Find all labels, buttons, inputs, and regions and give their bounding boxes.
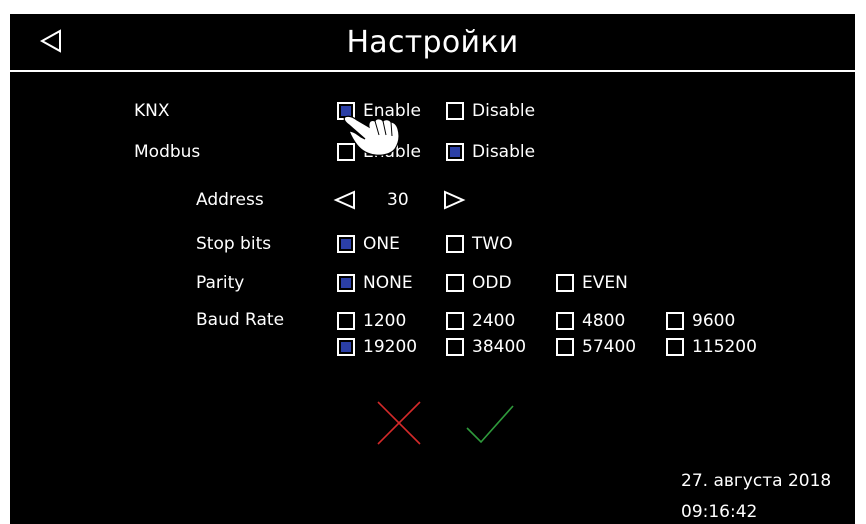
stop-bits-option[interactable]: TWO [446, 233, 513, 255]
time-display: 09:16:42 [681, 502, 758, 522]
baud-rate-label: Baud Rate [196, 310, 285, 330]
baud-rate-option[interactable]: 4800 [556, 310, 625, 332]
baud-rate-option-label: 38400 [472, 337, 527, 357]
parity-option-label: EVEN [582, 273, 628, 293]
baud-rate-option[interactable]: 38400 [446, 336, 526, 358]
modbus-label: Modbus [134, 142, 201, 162]
baud-rate-option[interactable]: 19200 [337, 336, 417, 358]
baud-rate-checkbox[interactable] [446, 312, 464, 330]
header-bar: Настройки [10, 14, 855, 70]
stop-bits-checkbox[interactable] [337, 235, 355, 253]
right-triangle-icon[interactable] [442, 188, 466, 212]
baud-rate-checkbox[interactable] [556, 312, 574, 330]
knx-label: KNX [134, 101, 170, 121]
baud-rate-option-label: 19200 [363, 337, 418, 357]
left-triangle-icon[interactable] [333, 188, 357, 212]
baud-rate-option[interactable]: 115200 [666, 336, 757, 358]
baud-rate-option-label: 2400 [472, 311, 516, 331]
address-value: 30 [387, 190, 409, 210]
baud-rate-option-label: 9600 [692, 311, 736, 331]
baud-rate-option[interactable]: 9600 [666, 310, 735, 332]
parity-option[interactable]: NONE [337, 272, 413, 294]
parity-option[interactable]: EVEN [556, 272, 628, 294]
cross-icon[interactable] [376, 400, 422, 446]
knx-disable-checkbox[interactable] [446, 102, 464, 120]
baud-rate-checkbox[interactable] [666, 338, 684, 356]
stop-bits-option-label: TWO [472, 234, 513, 254]
baud-rate-option[interactable]: 1200 [337, 310, 406, 332]
stop-bits-option[interactable]: ONE [337, 233, 400, 255]
modbus-disable-label: Disable [472, 142, 536, 162]
baud-rate-checkbox[interactable] [337, 312, 355, 330]
checkmark-icon[interactable] [465, 404, 515, 444]
knx-disable-label: Disable [472, 101, 536, 121]
baud-rate-option[interactable]: 57400 [556, 336, 636, 358]
header-divider [10, 70, 855, 72]
parity-label: Parity [196, 273, 245, 293]
baud-rate-option[interactable]: 2400 [446, 310, 515, 332]
hand-pointer-icon [343, 115, 400, 156]
settings-screen: Настройки KNX Enable Disable Modbus Enab… [10, 14, 855, 524]
modbus-disable-checkbox[interactable] [446, 143, 464, 161]
stop-bits-option-label: ONE [363, 234, 400, 254]
baud-rate-option-label: 115200 [692, 337, 757, 357]
stop-bits-label: Stop bits [196, 234, 272, 254]
baud-rate-checkbox[interactable] [337, 338, 355, 356]
baud-rate-checkbox[interactable] [446, 338, 464, 356]
baud-rate-option-label: 4800 [582, 311, 626, 331]
baud-rate-option-label: 1200 [363, 311, 407, 331]
parity-checkbox[interactable] [556, 274, 574, 292]
page-title: Настройки [346, 25, 519, 60]
modbus-disable-option[interactable]: Disable [446, 141, 535, 163]
knx-disable-option[interactable]: Disable [446, 100, 535, 122]
baud-rate-checkbox[interactable] [556, 338, 574, 356]
back-triangle-icon[interactable] [36, 26, 66, 56]
baud-rate-checkbox[interactable] [666, 312, 684, 330]
parity-option[interactable]: ODD [446, 272, 512, 294]
parity-option-label: NONE [363, 273, 413, 293]
parity-checkbox[interactable] [337, 274, 355, 292]
parity-checkbox[interactable] [446, 274, 464, 292]
parity-option-label: ODD [472, 273, 512, 293]
date-display: 27. августа 2018 [681, 471, 832, 491]
address-label: Address [196, 190, 264, 210]
stop-bits-checkbox[interactable] [446, 235, 464, 253]
baud-rate-option-label: 57400 [582, 337, 637, 357]
